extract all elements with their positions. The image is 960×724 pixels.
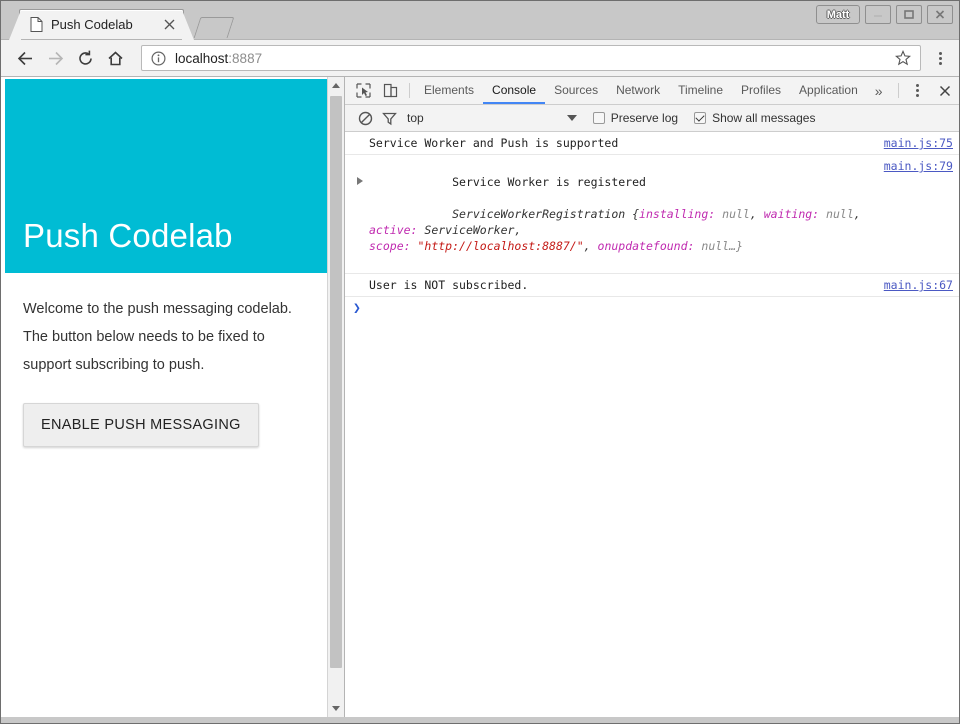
console-filter-bar: top Preserve log Show all messages: [345, 105, 959, 132]
device-toolbar-icon[interactable]: [377, 77, 404, 104]
devtools-tabbar-right: [893, 77, 959, 104]
page-document: Push Codelab Welcome to the push messagi…: [1, 77, 327, 717]
page-title: Push Codelab: [23, 217, 233, 255]
console-message-label: Service Worker is registered: [452, 175, 646, 189]
console-message-text: Service Worker and Push is supported: [369, 135, 872, 151]
star-icon[interactable]: [894, 49, 912, 67]
console-message-source[interactable]: main.js:67: [884, 277, 953, 293]
console-message[interactable]: Service Worker and Push is supported mai…: [345, 132, 959, 155]
console-prompt-chevron-icon: ❯: [353, 301, 361, 316]
chevron-down-icon[interactable]: [567, 115, 577, 121]
devtools-settings-kebab-icon[interactable]: [904, 77, 931, 104]
show-all-messages-label: Show all messages: [712, 111, 815, 125]
tab-application[interactable]: Application: [790, 77, 867, 104]
object-class-name: ServiceWorkerRegistration: [452, 207, 632, 221]
devtools-panel: Elements Console Sources Network Timelin…: [345, 77, 959, 717]
web-page-pane: Push Codelab Welcome to the push messagi…: [1, 77, 345, 717]
page-info-icon[interactable]: [151, 51, 166, 66]
object-sep: ,: [750, 207, 764, 221]
url-host: localhost: [175, 51, 228, 66]
console-object-preview: ServiceWorkerRegistration {installing: n…: [369, 207, 868, 253]
filter-funnel-icon[interactable]: [377, 111, 401, 126]
object-prop-key: installing:: [639, 207, 715, 221]
console-message-text: User is NOT subscribed.: [369, 277, 872, 293]
console-message-text: Service Worker is registered ServiceWork…: [369, 158, 872, 270]
tab-timeline[interactable]: Timeline: [669, 77, 732, 104]
profile-button[interactable]: Matt: [816, 5, 860, 24]
console-message[interactable]: Service Worker is registered ServiceWork…: [345, 155, 959, 274]
devtools-tabbar: Elements Console Sources Network Timelin…: [345, 77, 959, 105]
console-context-selector[interactable]: top: [407, 111, 424, 125]
tab-strip: Push Codelab Matt: [1, 1, 959, 39]
object-sep: ,: [584, 239, 598, 253]
more-tabs-icon[interactable]: »: [867, 77, 891, 104]
scroll-up-arrow-icon[interactable]: [328, 77, 344, 94]
object-prop-value: null: [722, 207, 750, 221]
tab-title: Push Codelab: [51, 17, 161, 32]
minimize-icon[interactable]: [865, 5, 891, 24]
object-prop-value: "http://localhost:8887/": [417, 239, 583, 253]
tab-console[interactable]: Console: [483, 77, 545, 104]
object-prop-value: null: [826, 207, 854, 221]
home-icon[interactable]: [101, 44, 129, 72]
scroll-down-arrow-icon[interactable]: [328, 700, 344, 717]
scrollbar-track[interactable]: [328, 94, 344, 700]
scrollbar-thumb[interactable]: [330, 96, 342, 668]
window-controls: Matt: [816, 5, 953, 24]
browser-toolbar: localhost:8887: [1, 39, 959, 77]
page-description: Welcome to the push messaging codelab. T…: [23, 295, 309, 379]
page-hero-banner: Push Codelab: [5, 79, 327, 273]
window-bottom-edge: [1, 717, 959, 723]
console-message-source[interactable]: main.js:79: [884, 158, 953, 174]
console-output[interactable]: Service Worker and Push is supported mai…: [345, 132, 959, 717]
url-port: :8887: [228, 51, 262, 66]
maximize-icon[interactable]: [896, 5, 922, 24]
enable-push-messaging-button[interactable]: ENABLE PUSH MESSAGING: [23, 403, 259, 447]
show-all-messages-checkbox[interactable]: Show all messages: [694, 111, 815, 125]
disclosure-triangle-icon[interactable]: [357, 177, 363, 185]
page-vertical-scrollbar[interactable]: [327, 77, 344, 717]
forward-arrow-icon: [41, 44, 69, 72]
document-icon: [30, 17, 43, 32]
tab-sources[interactable]: Sources: [545, 77, 607, 104]
address-bar[interactable]: localhost:8887: [141, 45, 921, 71]
object-sep: ,: [514, 223, 528, 237]
object-prop-key: onupdatefound:: [598, 239, 695, 253]
close-icon[interactable]: [161, 17, 177, 33]
tab-profiles[interactable]: Profiles: [732, 77, 790, 104]
back-arrow-icon[interactable]: [11, 44, 39, 72]
object-prop-value: ServiceWorker: [424, 223, 514, 237]
content-area: Push Codelab Welcome to the push messagi…: [1, 77, 959, 717]
object-prop-key: scope:: [369, 239, 411, 253]
tab-elements[interactable]: Elements: [415, 77, 483, 104]
browser-tab-push-codelab[interactable]: Push Codelab: [19, 9, 184, 39]
inspect-element-icon[interactable]: [350, 77, 377, 104]
address-bar-url: localhost:8887: [175, 51, 894, 66]
object-prop-key: active:: [369, 223, 417, 237]
console-message-source[interactable]: main.js:75: [884, 135, 953, 151]
console-prompt[interactable]: ❯: [345, 297, 959, 320]
preserve-log-checkbox[interactable]: Preserve log: [593, 111, 678, 125]
tab-network[interactable]: Network: [607, 77, 669, 104]
browser-window: Push Codelab Matt: [0, 0, 960, 724]
close-icon[interactable]: [927, 5, 953, 24]
checkbox-box[interactable]: [593, 112, 605, 124]
console-message[interactable]: User is NOT subscribed. main.js:67: [345, 274, 959, 297]
object-sep: ,: [854, 207, 868, 221]
kebab-menu-icon[interactable]: [929, 44, 951, 72]
devtools-close-icon[interactable]: [931, 77, 959, 104]
reload-icon[interactable]: [71, 44, 99, 72]
clear-console-icon[interactable]: [353, 111, 377, 126]
new-tab-icon[interactable]: [194, 17, 235, 38]
object-open-brace: {: [632, 207, 639, 221]
checkbox-box[interactable]: [694, 112, 706, 124]
object-prop-value: null…}: [701, 239, 743, 253]
object-prop-key: waiting:: [764, 207, 819, 221]
preserve-log-label: Preserve log: [611, 111, 678, 125]
page-body: Welcome to the push messaging codelab. T…: [1, 273, 327, 447]
